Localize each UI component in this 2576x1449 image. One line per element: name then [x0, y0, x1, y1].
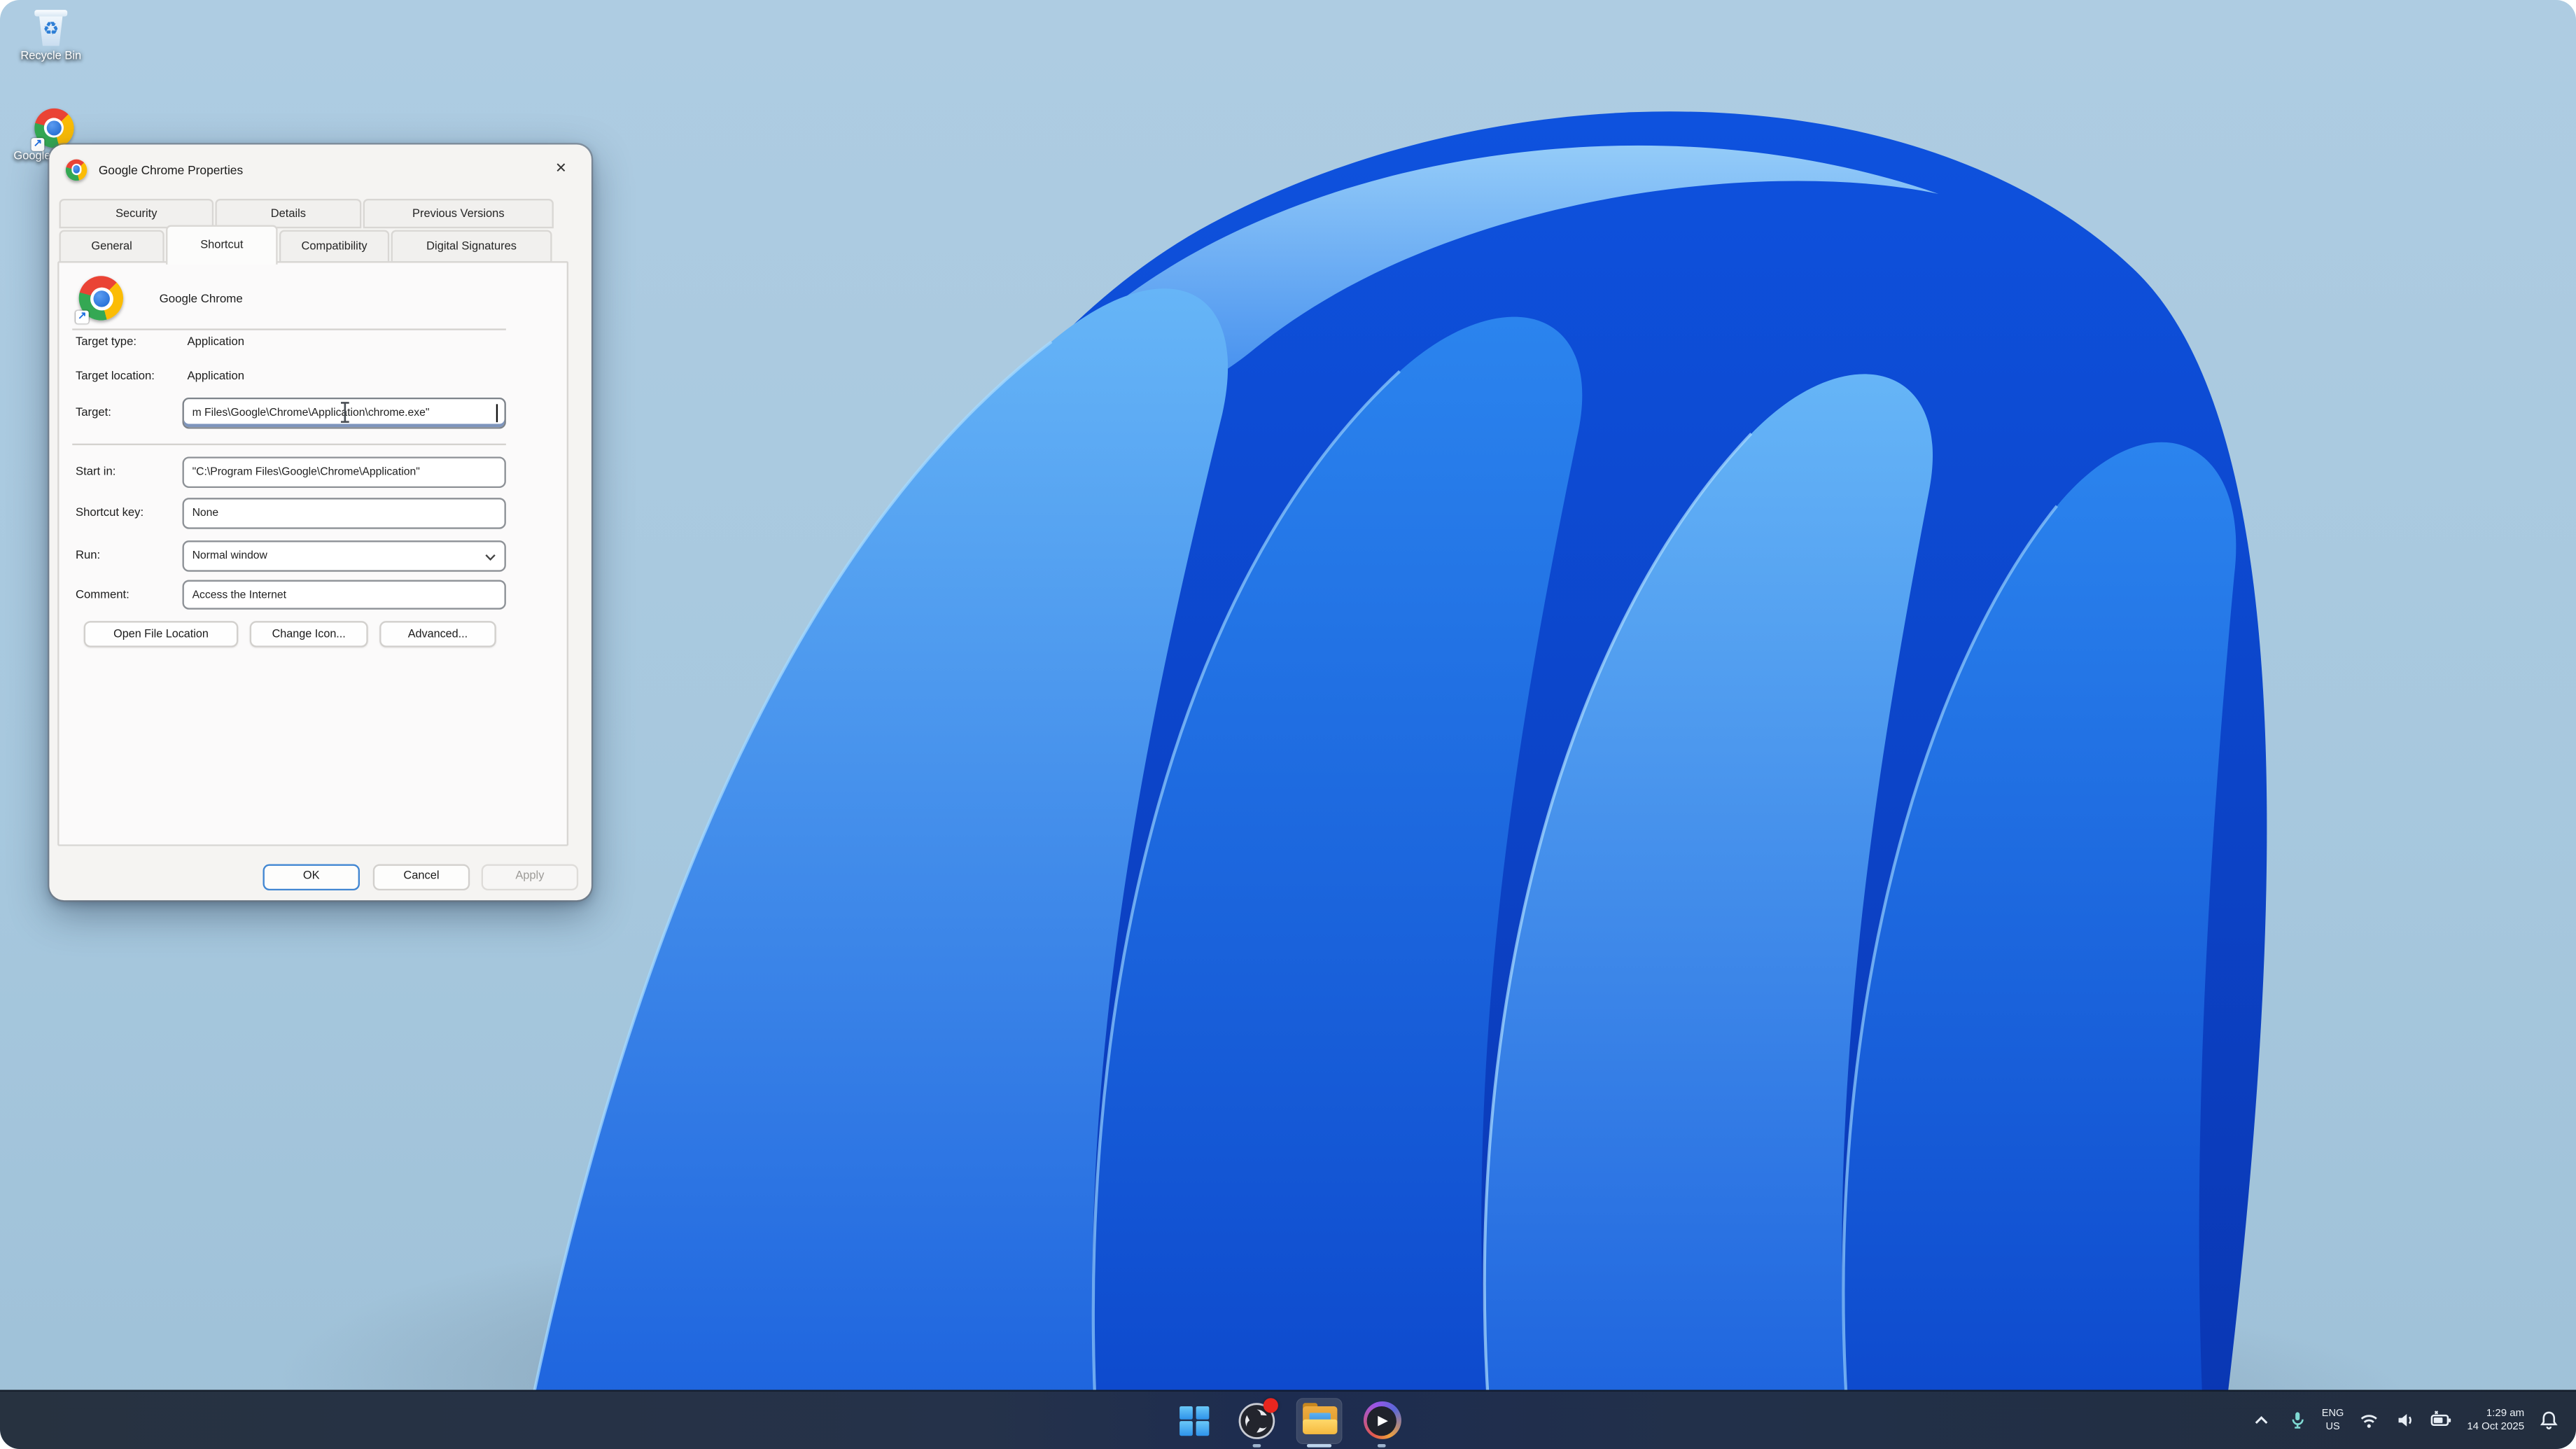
taskbar-app-media-player[interactable]: ▶: [1359, 1397, 1405, 1448]
tray-time: 1:29 am: [2486, 1407, 2525, 1420]
clock[interactable]: 1:29 am 14 Oct 2025: [2467, 1408, 2524, 1434]
app-name: Google Chrome: [159, 290, 243, 306]
tab-details[interactable]: Details: [215, 198, 362, 229]
text-caret: [496, 404, 498, 423]
active-app-indicator: [1306, 1443, 1332, 1448]
start-in-input[interactable]: [182, 456, 506, 489]
file-explorer-icon: [1301, 1403, 1337, 1434]
target-label: Target:: [75, 405, 111, 419]
notification-bell-icon[interactable]: [2538, 1410, 2560, 1432]
microphone-in-use-icon[interactable]: [2286, 1410, 2308, 1432]
start-button[interactable]: [1171, 1397, 1217, 1443]
run-dropdown[interactable]: Normal window: [182, 540, 506, 572]
recycle-bin-icon: ♻: [34, 8, 68, 48]
shortcut-tab-panel: ↗ Google Chrome Target type: Application…: [57, 261, 569, 846]
tab-security[interactable]: Security: [59, 198, 214, 229]
tab-shortcut[interactable]: Shortcut: [166, 225, 278, 265]
tab-digital-signatures[interactable]: Digital Signatures: [391, 230, 552, 263]
app-identity-row: ↗ Google Chrome: [75, 276, 243, 324]
recycle-bin-lid: [34, 10, 68, 16]
taskbar-app-file-explorer[interactable]: [1296, 1397, 1343, 1448]
recycle-symbol-icon: ♻: [43, 20, 59, 40]
running-app-indicator: [1377, 1443, 1386, 1448]
desktop-icon-recycle-bin[interactable]: ♻ Recycle Bin: [5, 8, 97, 64]
ibeam-cursor: [340, 402, 349, 423]
target-type-value: Application: [187, 335, 245, 349]
change-icon-button[interactable]: Change Icon...: [249, 621, 368, 648]
shortcut-key-input[interactable]: [182, 498, 506, 529]
wifi-icon[interactable]: [2358, 1410, 2381, 1432]
comment-input[interactable]: [182, 580, 506, 610]
tab-compatibility[interactable]: Compatibility: [279, 230, 390, 263]
language-indicator[interactable]: ENG US: [2322, 1408, 2344, 1432]
shortcut-key-label: Shortcut key:: [75, 505, 144, 519]
system-tray: ENG US 1:29 am 14 Oct 2025: [2251, 1392, 2560, 1449]
divider: [72, 443, 506, 446]
volume-icon[interactable]: [2395, 1410, 2416, 1432]
play-icon: ▶: [1378, 1413, 1388, 1428]
taskbar: ▶ ENG US 1:29 am 14 Oct 2025: [0, 1390, 2576, 1449]
chrome-icon: [65, 158, 88, 180]
desktop-screen: ♻ Recycle Bin ↗ Google Chrome Google Chr…: [0, 0, 2576, 1449]
windows-logo-icon: [1180, 1405, 1210, 1436]
advanced-button[interactable]: Advanced...: [379, 621, 496, 648]
running-app-indicator: [1252, 1443, 1261, 1448]
chevron-up-icon: [2255, 1416, 2268, 1424]
run-label: Run:: [75, 548, 101, 562]
shortcut-arrow-icon: ↗: [31, 138, 45, 151]
media-player-icon: ▶: [1362, 1401, 1401, 1439]
taskbar-center-icons: ▶: [1171, 1392, 1404, 1449]
chrome-properties-dialog: Google Chrome Properties ✕ Security Deta…: [49, 144, 592, 901]
battery-charging-icon[interactable]: [2430, 1410, 2454, 1432]
start-in-label: Start in:: [75, 465, 116, 478]
dialog-titlebar[interactable]: Google Chrome Properties: [49, 145, 591, 194]
apply-button[interactable]: Apply: [481, 864, 579, 890]
dialog-title: Google Chrome Properties: [98, 162, 244, 177]
desktop-icon-label: Recycle Bin: [20, 50, 82, 63]
run-dropdown-value: Normal window: [192, 550, 267, 562]
target-location-value: Application: [187, 370, 245, 383]
tab-previous-versions[interactable]: Previous Versions: [363, 198, 554, 229]
target-location-label: Target location:: [75, 370, 155, 383]
taskbar-app-obs-studio[interactable]: [1234, 1397, 1280, 1448]
ok-button[interactable]: OK: [262, 864, 360, 890]
cancel-button[interactable]: Cancel: [372, 864, 470, 890]
hidden-icons-chevron[interactable]: [2251, 1410, 2273, 1432]
chevron-down-icon: [485, 554, 496, 561]
close-icon[interactable]: ✕: [539, 153, 583, 182]
shortcut-arrow-icon: ↗: [75, 310, 89, 324]
comment-label: Comment:: [75, 588, 130, 601]
target-type-label: Target type:: [75, 335, 136, 349]
divider: [72, 328, 506, 330]
recording-indicator: [1263, 1397, 1278, 1413]
open-file-location-button[interactable]: Open File Location: [83, 621, 239, 648]
tab-general[interactable]: General: [59, 230, 164, 263]
tray-date: 14 Oct 2025: [2467, 1420, 2525, 1432]
